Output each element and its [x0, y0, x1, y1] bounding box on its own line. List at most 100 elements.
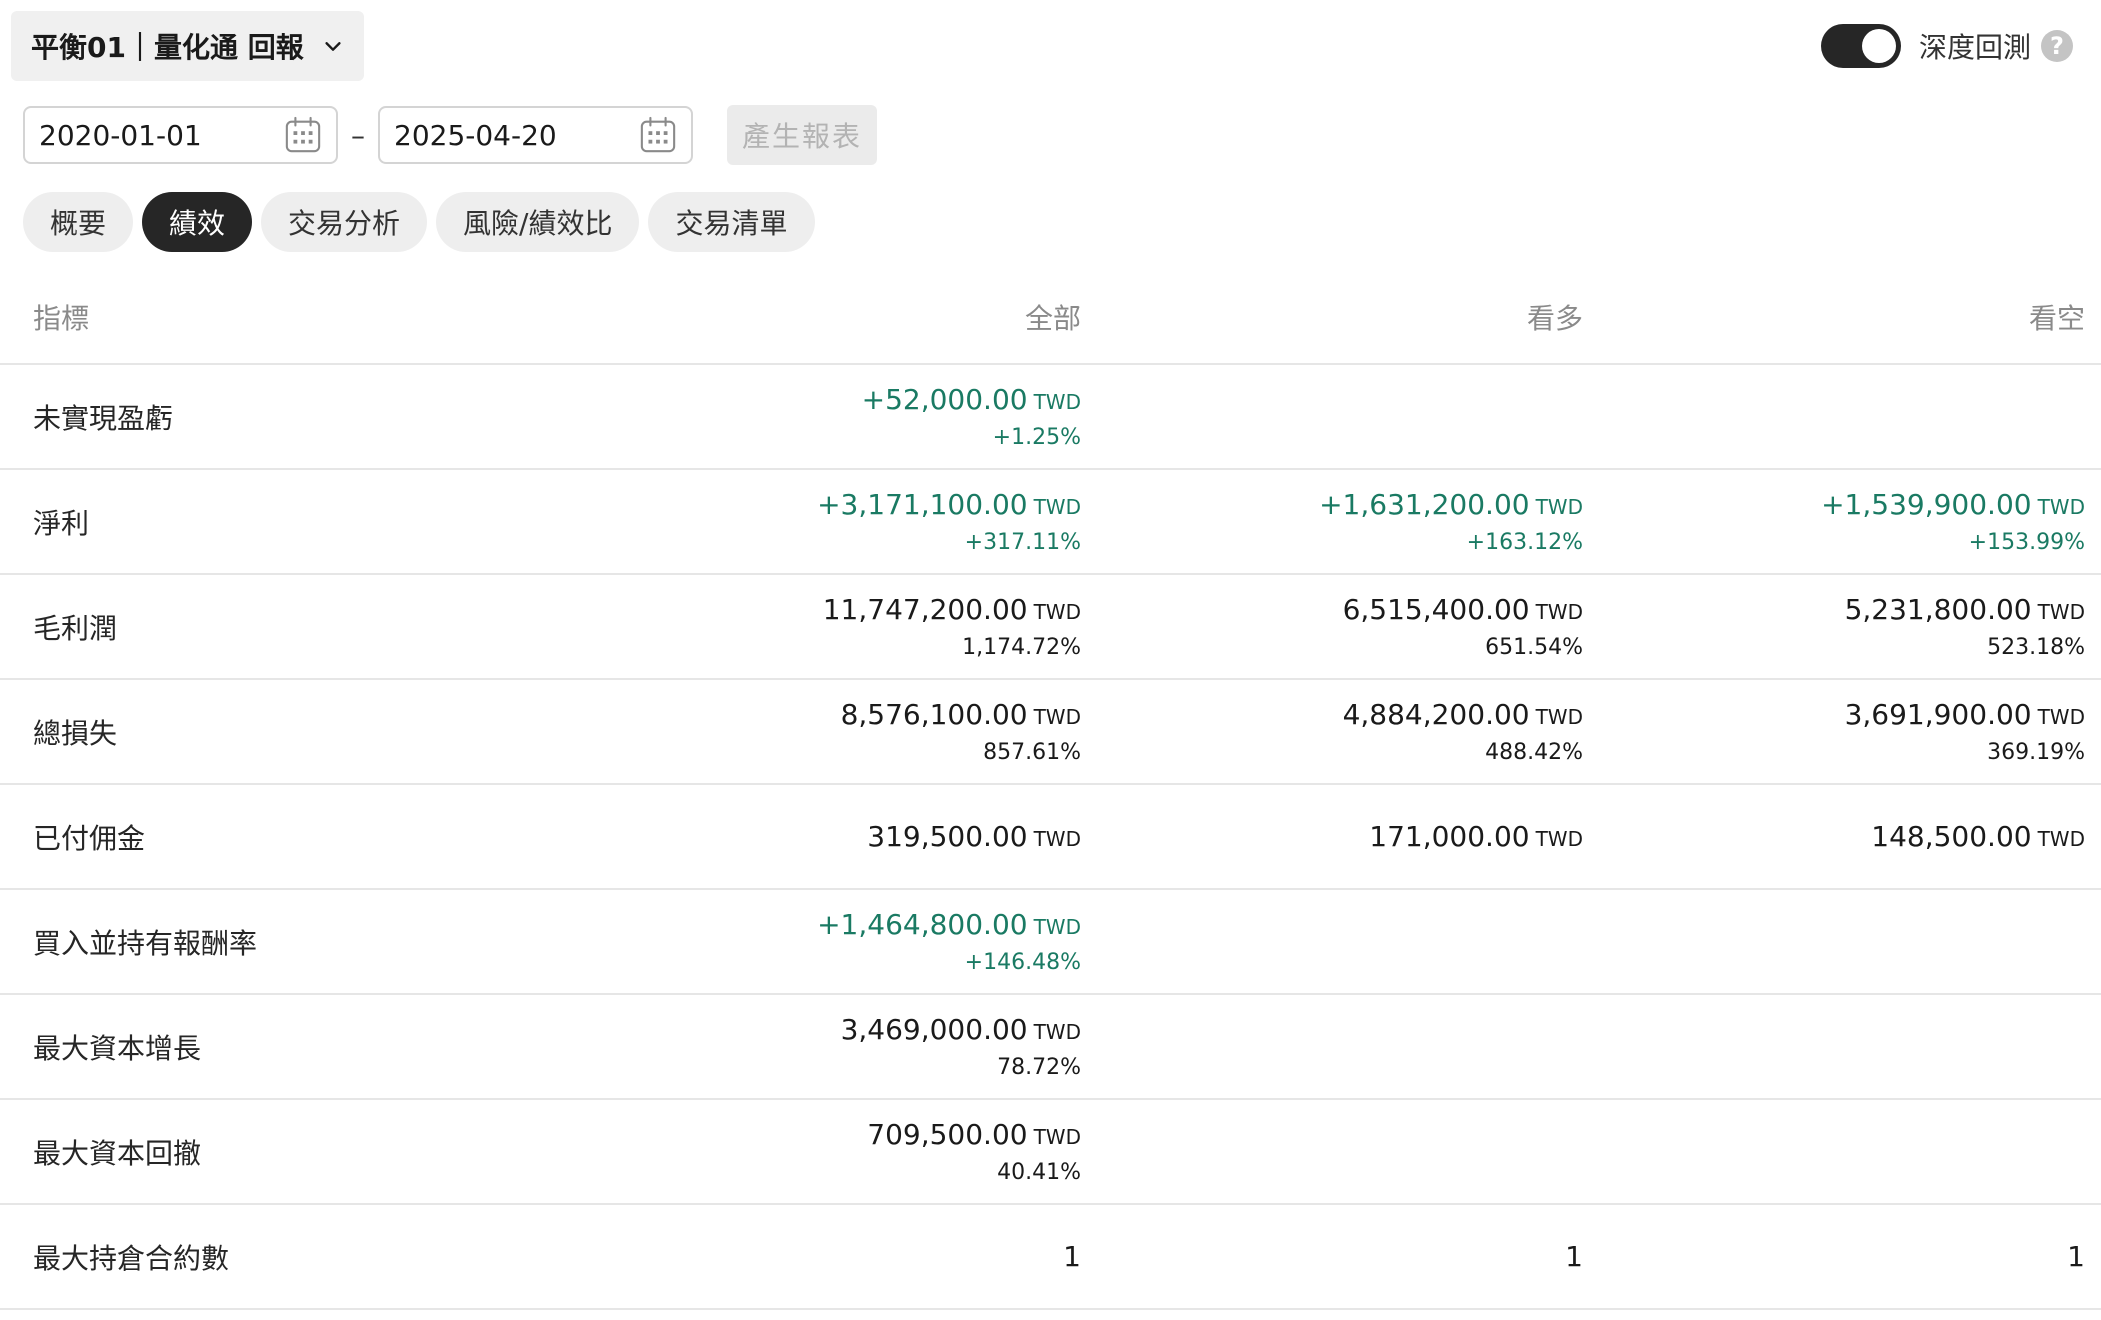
cell-long: +1,631,200.00 TWD +163.12% [1319, 470, 1583, 573]
cell-long: 4,884,200.00 TWD 488.42% [1343, 680, 1583, 783]
cell-percent: 651.54% [1485, 634, 1583, 660]
calendar-icon[interactable] [639, 116, 677, 154]
cell-percent: +317.11% [964, 529, 1081, 555]
cell-percent: +153.99% [1968, 529, 2085, 555]
table-row: 總損失 8,576,100.00 TWD 857.61% 4,884,200.00 TWD… [0, 680, 2101, 785]
currency-unit: TWD [2037, 600, 2085, 625]
amount-value: 5,231,800.00 [1844, 593, 2032, 627]
currency-unit: TWD [2037, 705, 2085, 730]
cell-percent: 488.42% [1485, 739, 1583, 765]
chevron-down-icon [325, 42, 341, 51]
currency-unit: TWD [1033, 1125, 1081, 1150]
strategy-title: 平衡01｜量化通 回報 [31, 31, 304, 64]
header-long-label: 看多 [1526, 301, 1583, 335]
toggle-knob [1861, 29, 1896, 63]
tab-trade-list[interactable]: 交易清單 [648, 192, 815, 252]
cell-amount: 5,231,800.00 TWD [1845, 593, 2085, 627]
cell-percent: +1.25% [992, 424, 1081, 450]
cell-amount: 171,000.00 TWD [1369, 820, 1583, 854]
cell-amount: 8,576,100.00 TWD [841, 698, 1081, 732]
report-tabs: 概要 績效 交易分析 風險/績效比 交易清單 [23, 192, 815, 252]
amount-value: +3,171,100.00 [817, 488, 1028, 522]
cell-percent: +163.12% [1466, 529, 1583, 555]
row-label: 未實現盈虧 [33, 401, 174, 435]
amount-value: 319,500.00 [867, 819, 1028, 853]
currency-unit: TWD [1033, 705, 1081, 730]
cell-short: 5,231,800.00 TWD 523.18% [1845, 575, 2085, 678]
cell-amount: +52,000.00 TWD [862, 383, 1081, 417]
performance-table: 指標 全部 看多 看空 未實現盈虧 +52,000.00 TWD +1.25% 淨利 +3… [0, 270, 2101, 1310]
tab-risk-performance-ratio[interactable]: 風險/績效比 [436, 192, 640, 252]
amount-value: 11,747,200.00 [822, 593, 1028, 627]
cell-all: 3,469,000.00 TWD 78.72% [841, 995, 1081, 1098]
row-label: 最大持倉合約數 [33, 1241, 230, 1275]
cell-long: 6,515,400.00 TWD 651.54% [1343, 575, 1583, 678]
amount-value: +52,000.00 [861, 383, 1028, 417]
header-all-label: 全部 [1024, 301, 1081, 335]
cell-all: 8,576,100.00 TWD 857.61% [841, 680, 1081, 783]
currency-unit: TWD [2037, 826, 2085, 851]
cell-short: +1,539,900.00 TWD +153.99% [1821, 470, 2085, 573]
cell-short: 148,500.00 TWD [1871, 785, 2085, 888]
table-row: 未實現盈虧 +52,000.00 TWD +1.25% [0, 365, 2101, 470]
cell-amount: +1,539,900.00 TWD [1821, 488, 2085, 522]
row-label: 已付佣金 [33, 821, 146, 855]
cell-amount: 3,469,000.00 TWD [841, 1013, 1081, 1047]
tab-performance[interactable]: 績效 [142, 192, 253, 252]
end-date-field[interactable]: 2025-04-20 [378, 106, 693, 164]
amount-value: 171,000.00 [1369, 819, 1530, 853]
deep-backtest-control: 深度回測 ? [1820, 24, 2073, 68]
row-label: 毛利潤 [33, 611, 118, 645]
date-separator: – [351, 118, 365, 152]
cell-amount: 4,884,200.00 TWD [1343, 698, 1583, 732]
currency-unit: TWD [1535, 826, 1583, 851]
cell-amount: +1,631,200.00 TWD [1319, 488, 1583, 522]
cell-all: 1 [1063, 1205, 1081, 1308]
start-date-value: 2020-01-01 [39, 118, 202, 152]
header-short-label: 看空 [2028, 301, 2085, 335]
end-date-value: 2025-04-20 [394, 118, 557, 152]
calendar-icon[interactable] [284, 116, 322, 154]
cell-amount: 319,500.00 TWD [867, 820, 1081, 854]
generate-report-button[interactable]: 產生報表 [727, 105, 877, 165]
cell-amount: 11,747,200.00 TWD [823, 593, 1081, 627]
cell-amount: 148,500.00 TWD [1871, 820, 2085, 854]
header-long: 看多 [1527, 270, 1583, 363]
currency-unit: TWD [1033, 826, 1081, 851]
cell-value: 1 [2067, 1240, 2085, 1273]
table-body: 未實現盈虧 +52,000.00 TWD +1.25% 淨利 +3,171,100.00 T… [0, 365, 2101, 1310]
cell-percent: 523.18% [1987, 634, 2085, 660]
row-label: 總損失 [33, 716, 118, 750]
cell-percent: 78.72% [997, 1054, 1081, 1080]
amount-value: 8,576,100.00 [840, 698, 1028, 732]
amount-value: 6,515,400.00 [1342, 593, 1530, 627]
cell-all: +52,000.00 TWD +1.25% [862, 365, 1081, 468]
amount-value: 3,691,900.00 [1844, 698, 2032, 732]
currency-unit: TWD [1033, 1020, 1081, 1045]
cell-value: 1 [1063, 1240, 1081, 1273]
currency-unit: TWD [1033, 600, 1081, 625]
cell-short: 1 [2067, 1205, 2085, 1308]
cell-percent: 40.41% [997, 1159, 1081, 1185]
cell-short: 3,691,900.00 TWD 369.19% [1845, 680, 2085, 783]
start-date-field[interactable]: 2020-01-01 [23, 106, 338, 164]
strategy-selector[interactable]: 平衡01｜量化通 回報 [11, 11, 364, 81]
cell-percent: 857.61% [983, 739, 1081, 765]
date-range: 2020-01-01 – 2025-04-20 產生報表 [23, 105, 877, 165]
table-row: 毛利潤 11,747,200.00 TWD 1,174.72% 6,515,400.00… [0, 575, 2101, 680]
cell-all: 319,500.00 TWD [867, 785, 1081, 888]
deep-backtest-toggle[interactable] [1820, 24, 1901, 68]
table-header: 指標 全部 看多 看空 [0, 270, 2101, 365]
table-row: 淨利 +3,171,100.00 TWD +317.11% +1,631,200.00 T… [0, 470, 2101, 575]
row-label: 買入並持有報酬率 [33, 926, 258, 960]
table-row: 最大資本增長 3,469,000.00 TWD 78.72% [0, 995, 2101, 1100]
amount-value: +1,464,800.00 [817, 908, 1028, 942]
tab-trade-analysis[interactable]: 交易分析 [261, 192, 428, 252]
amount-value: 709,500.00 [867, 1118, 1028, 1152]
help-icon[interactable]: ? [2041, 30, 2073, 62]
table-row: 買入並持有報酬率 +1,464,800.00 TWD +146.48% [0, 890, 2101, 995]
currency-unit: TWD [1535, 495, 1583, 520]
currency-unit: TWD [1033, 390, 1081, 415]
deep-backtest-label: 深度回測 [1918, 31, 2031, 64]
tab-overview[interactable]: 概要 [23, 192, 134, 252]
